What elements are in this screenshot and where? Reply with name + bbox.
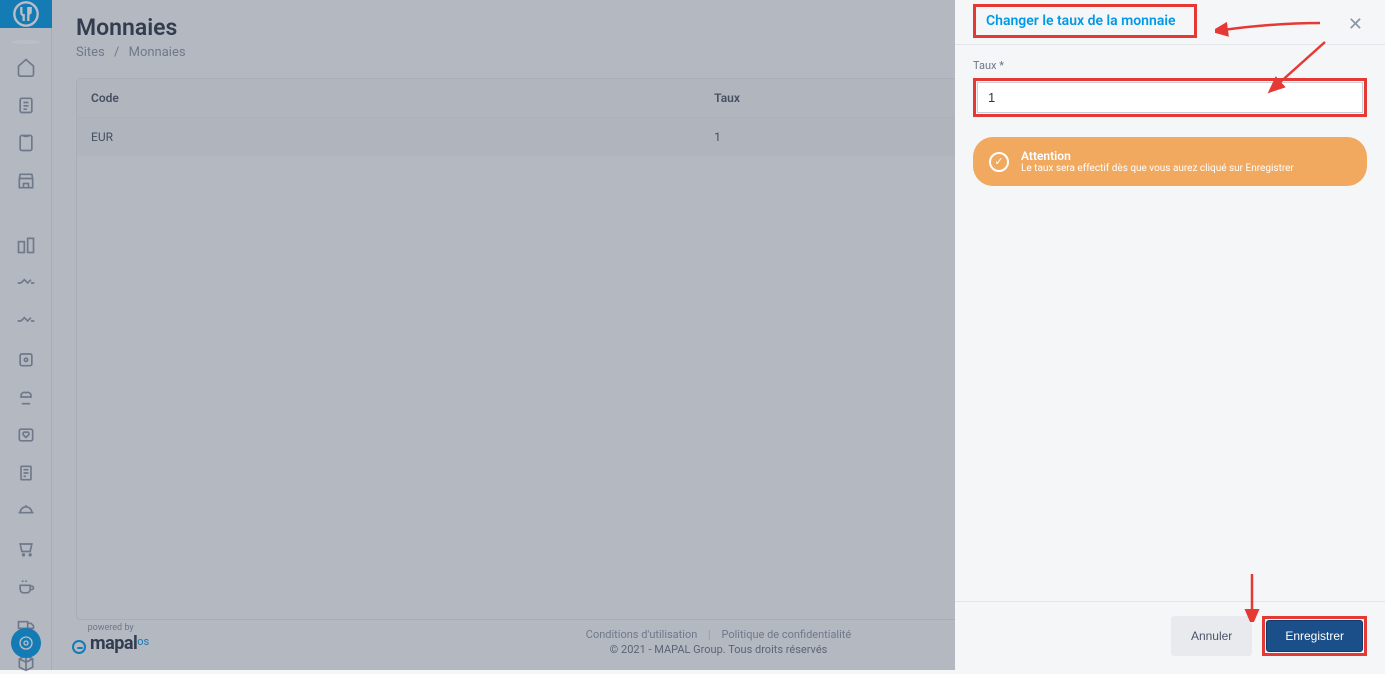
alert-message: Le taux sera effectif dès que vous aurez… <box>1021 163 1294 174</box>
panel-title: Changer le taux de la monnaie <box>986 13 1176 29</box>
close-icon[interactable]: ✕ <box>1348 4 1367 35</box>
check-circle-icon: ✓ <box>989 152 1009 172</box>
rate-input-highlight <box>973 78 1367 117</box>
save-button[interactable]: Enregistrer <box>1266 620 1363 652</box>
alert-title: Attention <box>1021 149 1294 163</box>
rate-input[interactable] <box>977 82 1363 113</box>
cancel-button[interactable]: Annuler <box>1171 616 1252 656</box>
rate-field-label: Taux * <box>973 59 1367 72</box>
panel-title-highlight: Changer le taux de la monnaie <box>973 4 1197 38</box>
warning-alert: ✓ Attention Le taux sera effectif dès qu… <box>973 137 1367 186</box>
rate-panel: Changer le taux de la monnaie ✕ Taux * ✓… <box>955 0 1385 670</box>
save-button-highlight: Enregistrer <box>1262 616 1367 656</box>
